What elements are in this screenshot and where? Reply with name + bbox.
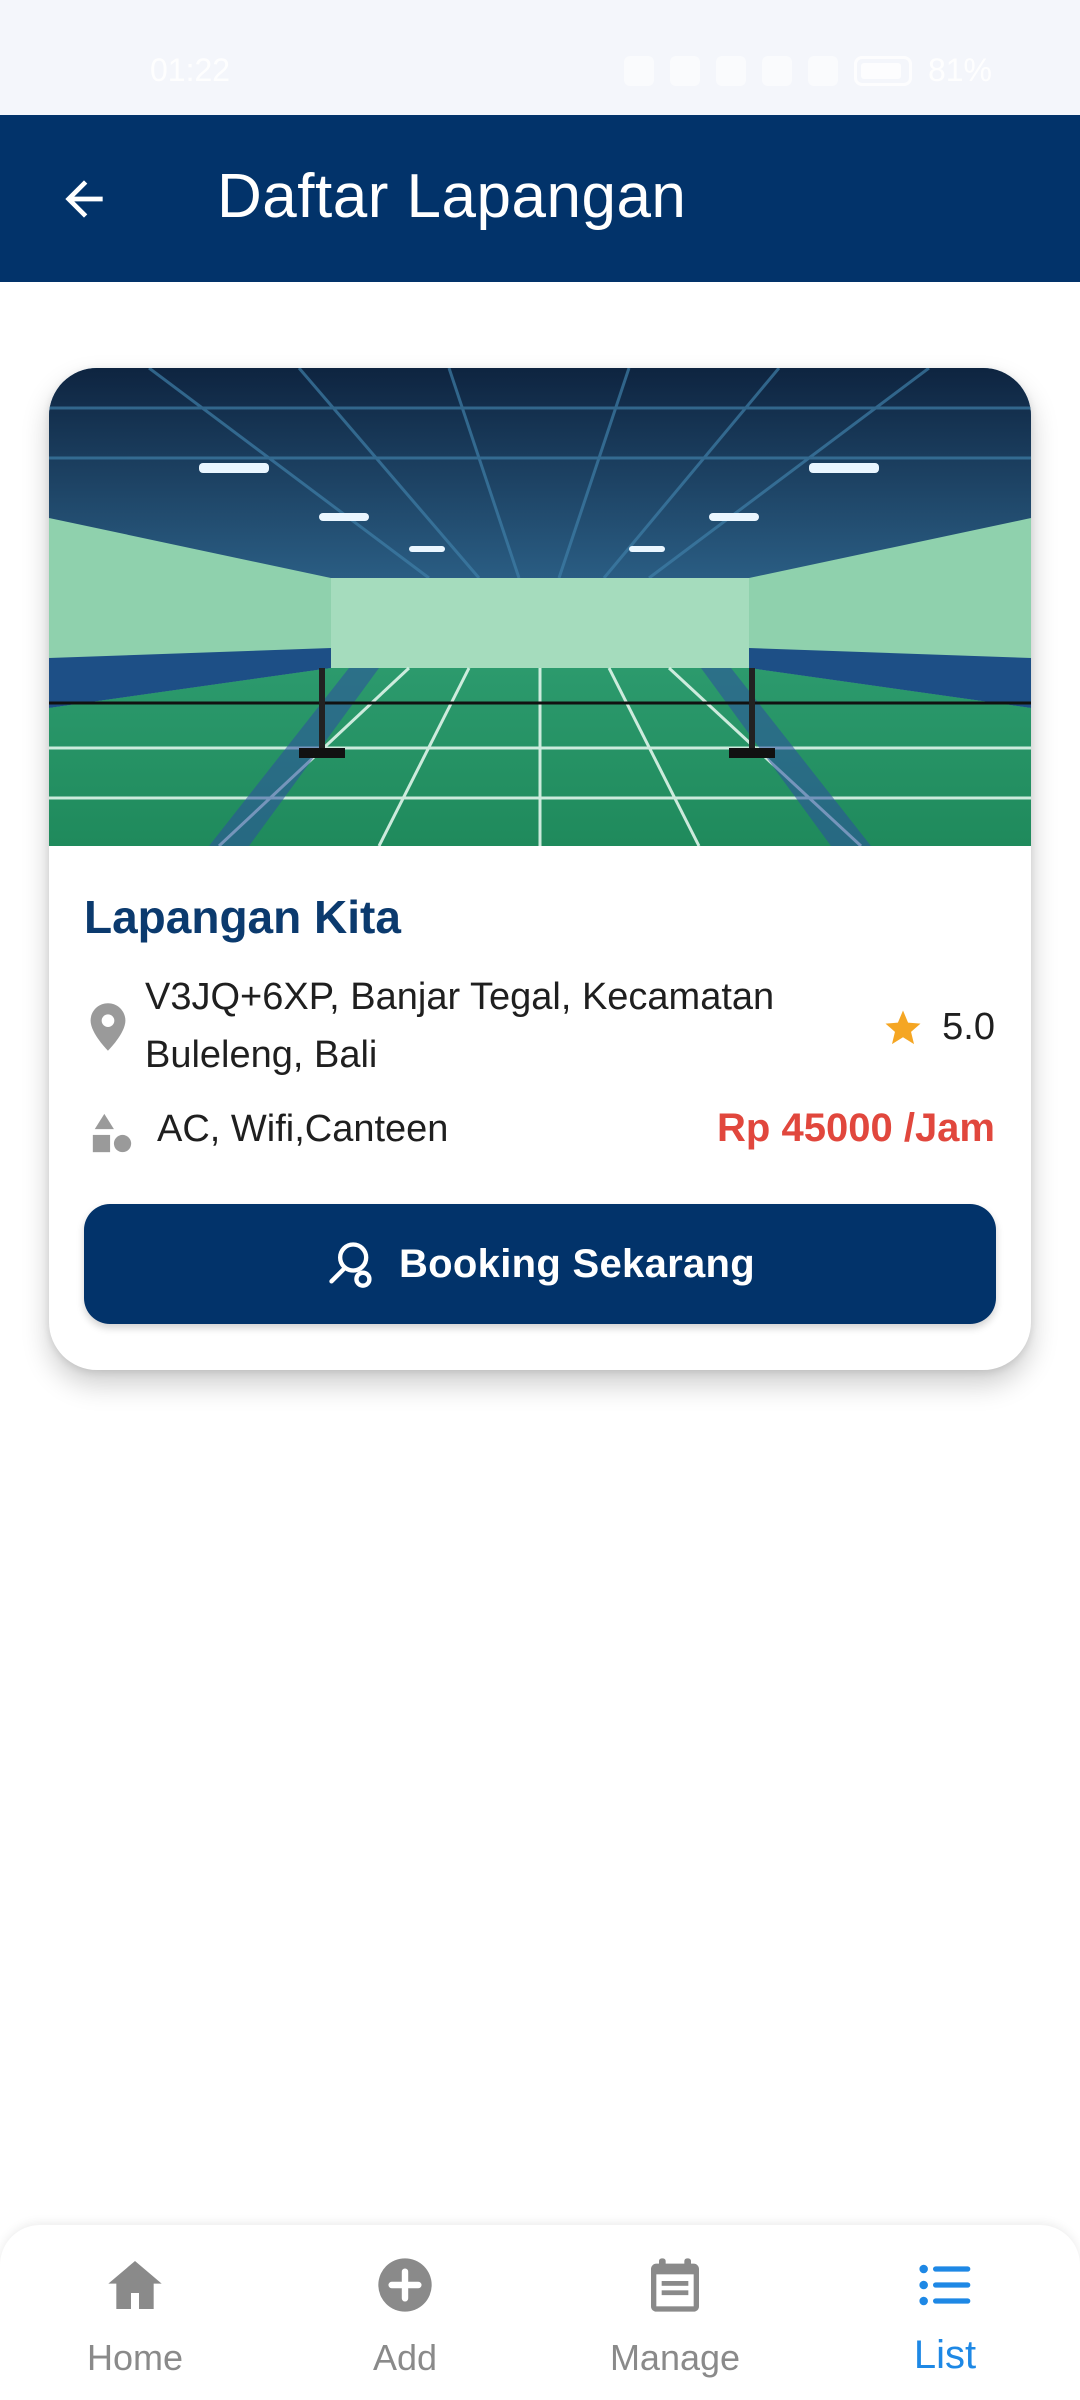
booking-button-label: Booking Sekarang: [399, 1241, 755, 1286]
back-button[interactable]: [50, 165, 118, 233]
battery-percent: 81%: [927, 52, 992, 88]
nav-add[interactable]: Add: [305, 2225, 505, 2400]
app-bar: Daftar Lapangan: [0, 115, 1080, 282]
nav-manage[interactable]: Manage: [575, 2225, 775, 2400]
booking-button[interactable]: Booking Sekarang: [84, 1204, 996, 1324]
calendar-note-icon: [651, 2258, 699, 2312]
venue-card[interactable]: Lapangan Kita V3JQ+6XP, Banjar Tegal, Ke…: [49, 368, 1031, 1370]
nav-add-label: Add: [372, 2337, 438, 2378]
user-search-icon: [329, 1242, 372, 1288]
mute-icon: [715, 55, 746, 86]
venue-name: Lapangan Kita: [84, 891, 401, 943]
nav-manage-label: Manage: [609, 2337, 741, 2378]
home-icon: [108, 2261, 162, 2309]
wifi-icon: [761, 55, 792, 86]
venue-address: V3JQ+6XP, Banjar Tegal, Kecamatan Bulele…: [145, 976, 775, 1076]
add-circle-icon: [378, 2258, 432, 2312]
arrow-left-icon: [65, 180, 103, 218]
status-time: 01:22: [150, 52, 231, 88]
status-bar: 01:22 81%: [0, 0, 1080, 115]
nav-list[interactable]: List: [845, 2225, 1045, 2400]
bottom-navigation: Home Add Manage List: [0, 2225, 1080, 2400]
battery-icon: [853, 55, 912, 86]
nav-home-label: Home: [86, 2337, 184, 2378]
signal-icon: [807, 55, 838, 86]
venue-facilities: AC, Wifi,Canteen: [157, 1108, 449, 1150]
category-shapes-icon: [92, 1113, 132, 1153]
page-title: Daftar Lapangan: [217, 162, 687, 231]
alarm-icon: [669, 55, 700, 86]
nav-list-label: List: [913, 2333, 977, 2377]
location-pin-icon: [90, 1003, 126, 1051]
status-icons: 81%: [623, 52, 992, 89]
nav-home[interactable]: Home: [35, 2225, 235, 2400]
rating-value: 5.0: [942, 1006, 995, 1048]
star-icon: [885, 1010, 921, 1044]
list-icon: [919, 2264, 971, 2306]
nfc-icon: [623, 55, 654, 86]
venue-rating: 5.0: [882, 1006, 995, 1049]
venue-photo: [49, 368, 1031, 846]
venue-price: Rp 45000 /Jam: [717, 1106, 995, 1150]
